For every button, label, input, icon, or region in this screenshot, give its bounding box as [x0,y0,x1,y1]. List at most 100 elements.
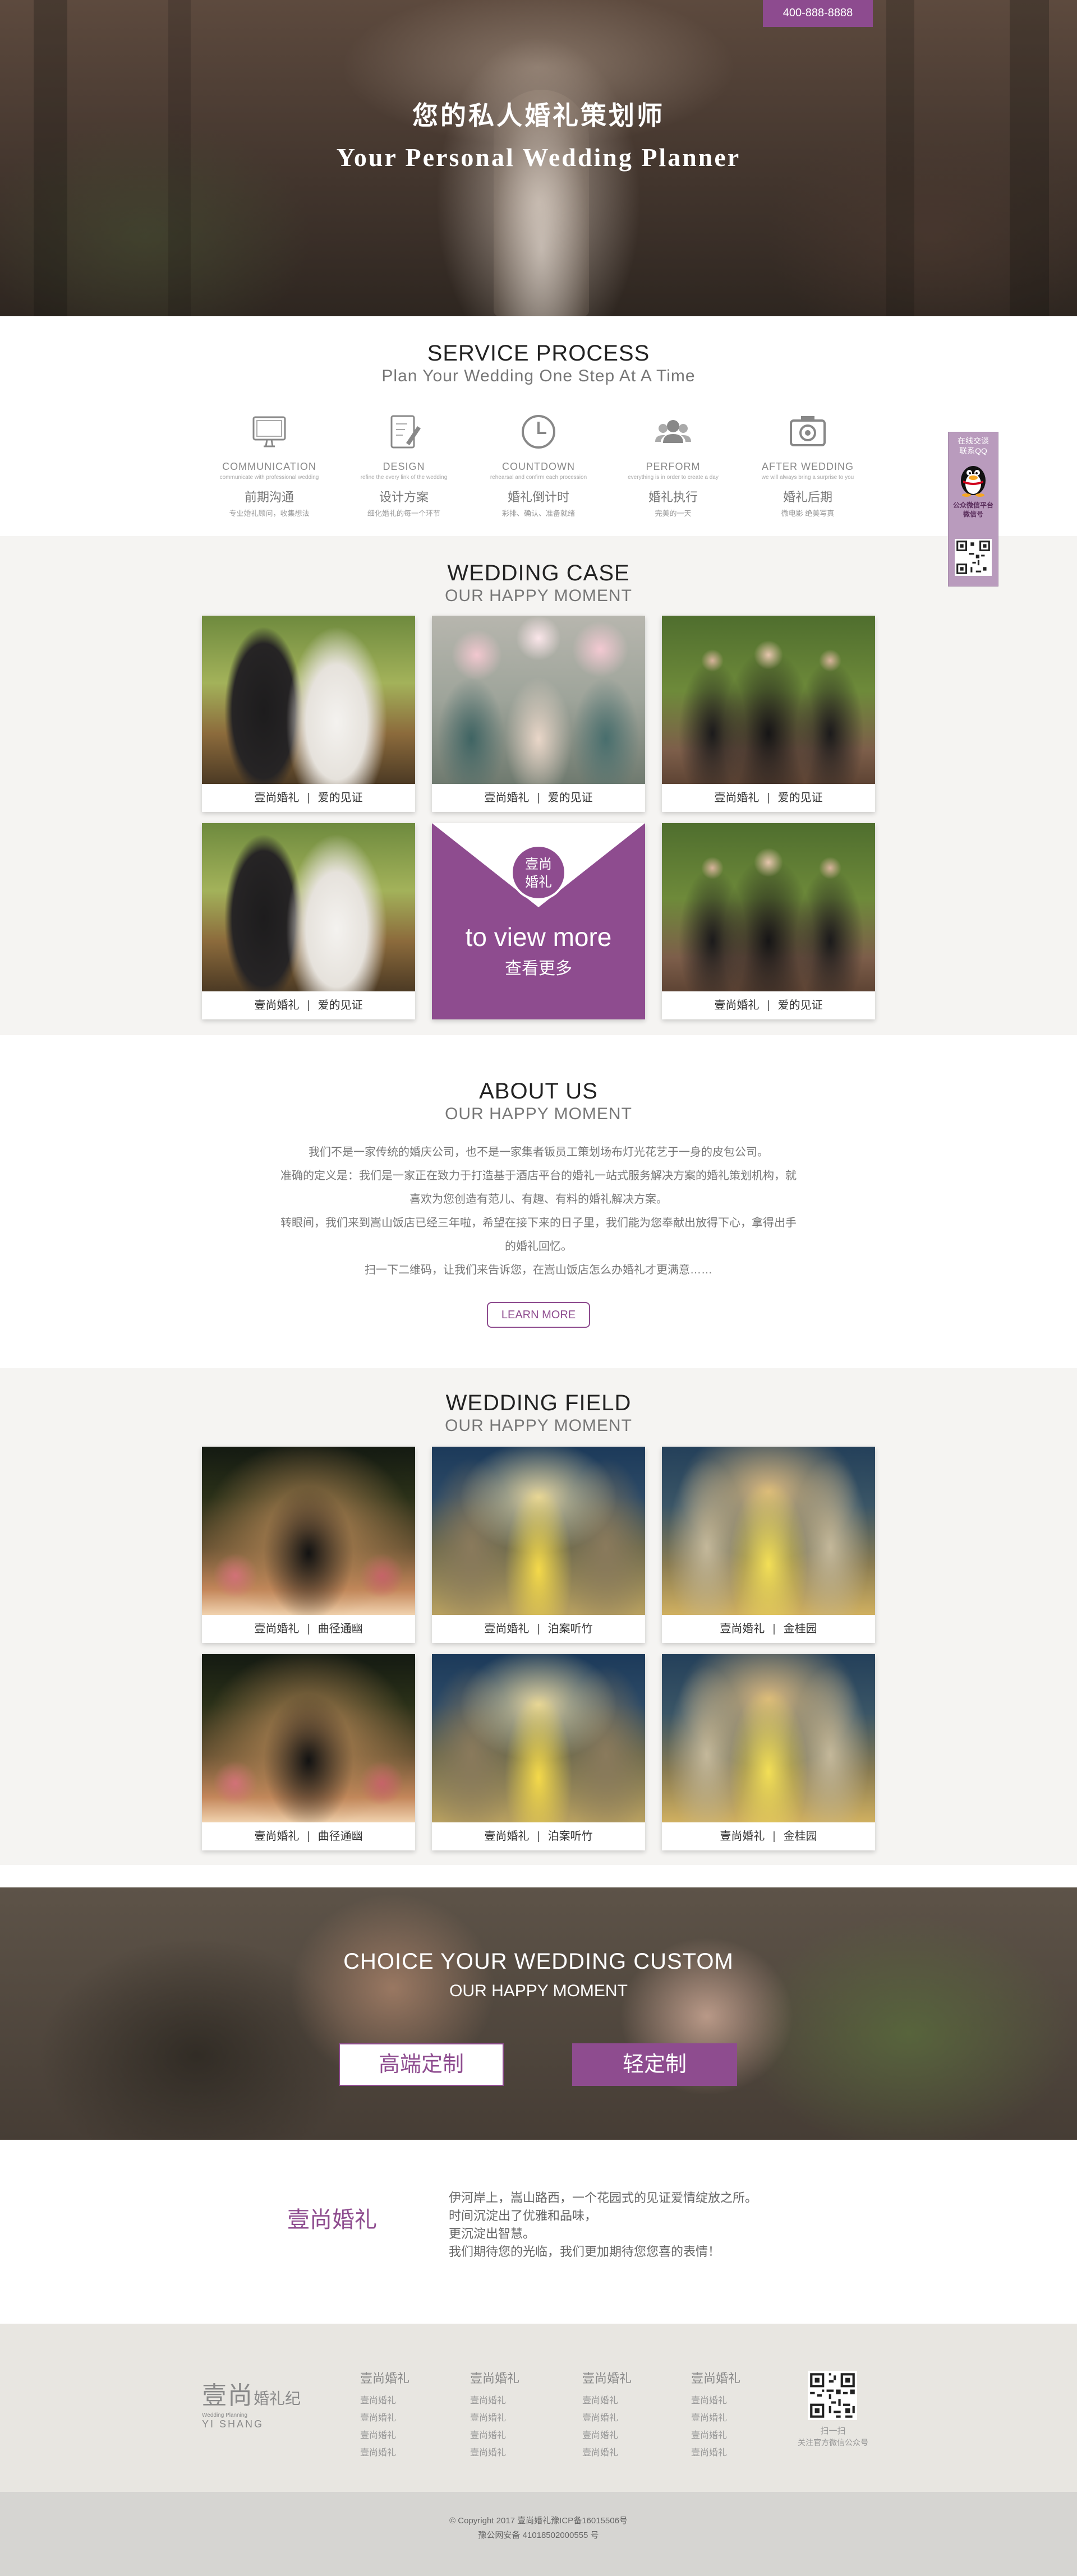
float-label: 公众微信平台 [952,501,993,509]
process-step-en-sub: we will always bring a surprise to you [761,474,854,481]
about-title: ABOUT US [479,1079,598,1104]
brand-line: 我们期待您的光临，我们更加期待您您喜的表情！ [449,2245,721,2259]
process-step-after-wedding: AFTER WEDDING we will always bring a sur… [752,409,864,518]
case-card[interactable]: 壹尚婚礼 | 爱的见证 [202,616,415,812]
field-card[interactable]: 壹尚婚礼 | 泊案听竹 [432,1654,645,1850]
process-step-en-sub: communicate with professional wedding [219,474,319,481]
case-photo [202,823,415,991]
caption-divider: | [767,999,770,1012]
float-qr-code [955,539,992,576]
camera-icon [790,416,826,446]
footer-link[interactable]: 壹尚婚礼 [691,2392,781,2409]
footer-link[interactable]: 壹尚婚礼 [470,2427,560,2444]
field-photo [662,1654,875,1822]
footer-column-head[interactable]: 壹尚婚礼 [691,2369,781,2386]
logo-text-en: YI SHANG [202,2418,264,2430]
view-more-card[interactable]: 壹尚 婚礼 to view more 查看更多 [432,823,645,1019]
case-brand: 壹尚婚礼 [714,792,760,804]
field-card[interactable]: 壹尚婚礼 | 泊案听竹 [432,1447,645,1643]
footer-column-head[interactable]: 壹尚婚礼 [470,2369,560,2386]
case-card[interactable]: 壹尚婚礼 | 爱的见证 [662,616,875,812]
process-step-en-sub: rehearsal and confirm each procession [490,474,587,481]
brand-description: 伊河岸上，嵩山路西，一个花园式的见证爱情绽放之所。 时间沉淀出了优雅和品味， 更… [449,2189,853,2261]
field-card[interactable]: 壹尚婚礼 | 曲径通幽 [202,1447,415,1643]
field-caption: 壹尚婚礼 | 曲径通幽 [202,1615,415,1643]
footer-link[interactable]: 壹尚婚礼 [691,2427,781,2444]
footer-column-head[interactable]: 壹尚婚礼 [582,2369,672,2386]
process-step-en-sub: everything is in order to create a day [628,474,719,481]
learn-more-button[interactable]: LEARN MORE [487,1302,590,1328]
footer-link[interactable]: 壹尚婚礼 [582,2444,672,2462]
process-step-desc: 微电影 绝美写真 [781,509,835,518]
process-step-en: COMMUNICATION [222,461,316,472]
copyright-bar: © Copyright 2017 壹尚婚礼豫ICP备16015506号 豫公网安… [0,2492,1077,2576]
field-photo [432,1447,645,1615]
floating-contact-widget[interactable]: 在线交谈 联系QQ 公众微信平台 微信号 [948,432,998,587]
brand-seal: 壹尚 婚礼 [510,844,567,901]
process-step-cn: 设计方案 [379,490,429,504]
footer-column: 壹尚婚礼 壹尚婚礼 壹尚婚礼 壹尚婚礼 壹尚婚礼 [582,2369,672,2462]
footer-column-head[interactable]: 壹尚婚礼 [360,2369,450,2386]
seal-line: 壹尚 [525,857,552,872]
process-step-cn: 婚礼倒计时 [507,490,569,504]
clock-icon [522,415,555,449]
case-card[interactable]: 壹尚婚礼 | 爱的见证 [432,616,645,812]
custom-banner: CHOICE YOUR WEDDING CUSTOM OUR HAPPY MOM… [0,1887,1077,2140]
process-step-cn: 前期沟通 [244,490,294,504]
field-card[interactable]: 壹尚婚礼 | 金桂园 [662,1447,875,1643]
field-caption: 壹尚婚礼 | 泊案听竹 [432,1615,645,1643]
footer-link[interactable]: 壹尚婚礼 [360,2392,450,2409]
light-custom-button[interactable]: 轻定制 [572,2043,737,2086]
case-brand: 壹尚婚礼 [714,999,760,1012]
hero-title-cn: 您的私人婚礼策划师 [412,100,665,131]
case-title: WEDDING CASE [447,561,630,585]
field-brand: 壹尚婚礼 [484,1830,530,1843]
footer-link[interactable]: 壹尚婚礼 [360,2444,450,2462]
record-number: 豫公网安备 41018502000555 号 [478,2531,599,2540]
process-step-design: DESIGN refine the every link of the wedd… [348,409,460,518]
case-caption: 壹尚婚礼 | 爱的见证 [202,991,415,1019]
about-paragraph: 准确的定义是：我们是一家正在致力于打造基于酒店平台的婚礼一站式服务解决方案的婚礼… [280,1170,797,1206]
high-end-custom-button[interactable]: 高端定制 [339,2043,504,2086]
case-label: 爱的见证 [777,792,823,804]
footer-link[interactable]: 壹尚婚礼 [582,2392,672,2409]
float-label: 微信号 [963,510,983,518]
process-step-desc: 专业婚礼顾问，收集想法 [229,509,310,518]
field-brand: 壹尚婚礼 [254,1830,300,1843]
footer-logo[interactable]: 壹尚婚礼纪 Wedding Planning YI SHANG [202,2375,303,2430]
caption-divider: | [772,1830,776,1843]
footer-link[interactable]: 壹尚婚礼 [360,2427,450,2444]
about-paragraph: 扫一下二维码，让我们来告诉您，在嵩山饭店怎么办婚礼才更满意…… [365,1264,712,1276]
case-card[interactable]: 壹尚婚礼 | 爱的见证 [662,823,875,1019]
field-caption: 壹尚婚礼 | 泊案听竹 [432,1822,645,1850]
footer-link[interactable]: 壹尚婚礼 [691,2444,781,2462]
footer-link[interactable]: 壹尚婚礼 [470,2392,560,2409]
qq-penguin-icon[interactable] [956,460,990,497]
process-step-en: AFTER WEDDING [762,461,854,472]
field-card[interactable]: 壹尚婚礼 | 曲径通幽 [202,1654,415,1850]
case-caption: 壹尚婚礼 | 爱的见证 [202,784,415,812]
case-card[interactable]: 壹尚婚礼 | 爱的见证 [202,823,415,1019]
field-label: 曲径通幽 [317,1830,363,1843]
process-step-desc: 彩排、确认、准备就绪 [501,509,575,518]
footer-link[interactable]: 壹尚婚礼 [691,2409,781,2427]
caption-divider: | [537,792,540,804]
wechat-qr-code [808,2371,857,2420]
process-step-communication: COMMUNICATION communicate with professio… [213,409,325,518]
caption-divider: | [307,792,310,804]
footer: 壹尚婚礼纪 Wedding Planning YI SHANG 壹尚婚礼 壹尚婚… [0,2324,1077,2492]
copyright-text: © Copyright 2017 壹尚婚礼豫ICP备16015506号 [449,2516,628,2526]
footer-link[interactable]: 壹尚婚礼 [582,2409,672,2427]
phone-number[interactable]: 400-888-8888 [763,0,873,27]
case-brand: 壹尚婚礼 [254,999,300,1012]
qr-caption: 扫一扫 [820,2426,846,2436]
footer-link[interactable]: 壹尚婚礼 [360,2409,450,2427]
case-label: 爱的见证 [317,999,363,1012]
footer-link[interactable]: 壹尚婚礼 [582,2427,672,2444]
case-caption: 壹尚婚礼 | 爱的见证 [662,991,875,1019]
field-card[interactable]: 壹尚婚礼 | 金桂园 [662,1654,875,1850]
footer-link[interactable]: 壹尚婚礼 [470,2409,560,2427]
custom-title: CHOICE YOUR WEDDING CUSTOM [343,1949,734,1974]
footer-link[interactable]: 壹尚婚礼 [470,2444,560,2462]
float-label: 在线交谈 [958,436,989,445]
